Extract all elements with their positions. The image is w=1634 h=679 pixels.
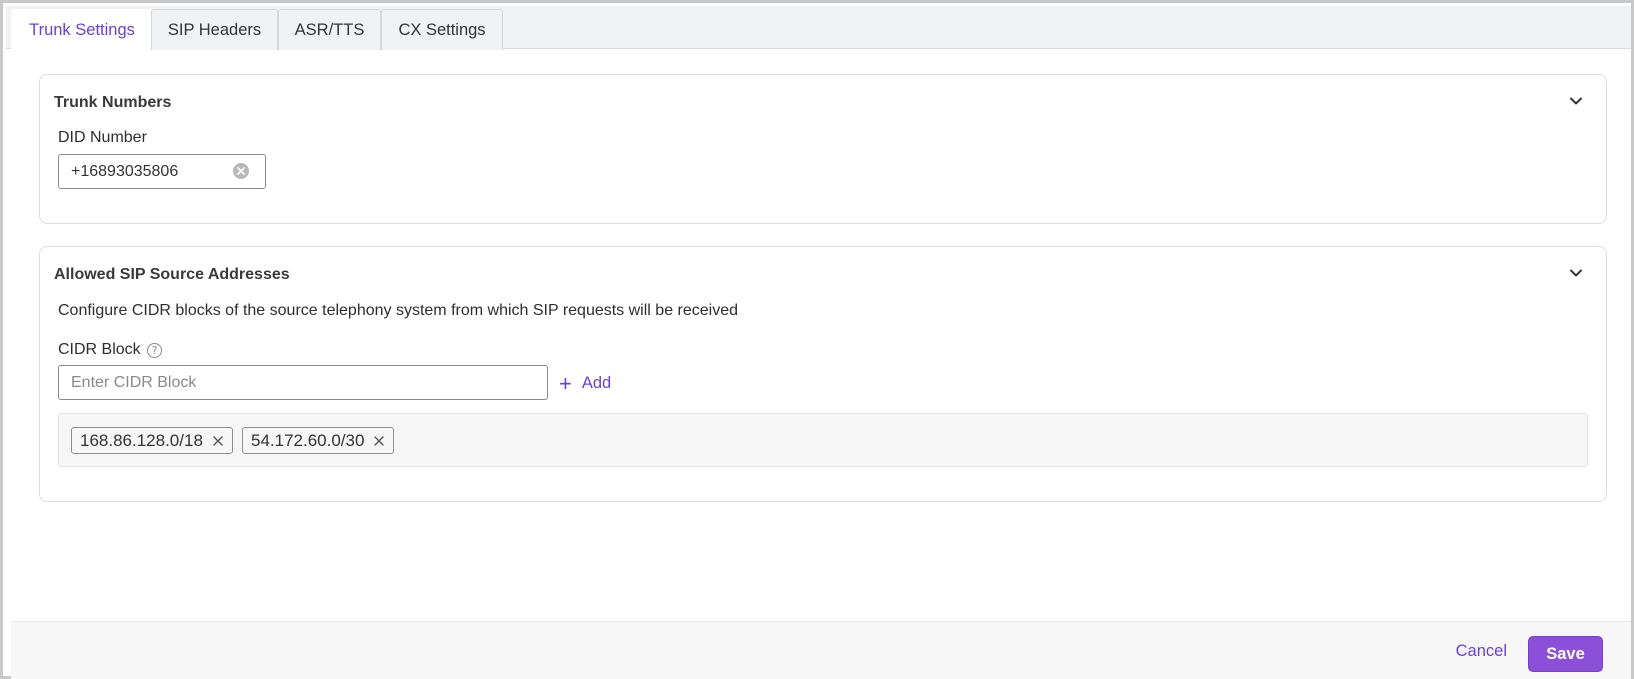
- tab-bar: Trunk Settings SIP Headers ASR/TTS CX Se…: [6, 6, 1631, 51]
- tab-sip-headers[interactable]: SIP Headers: [151, 9, 278, 50]
- tab-trunk-settings[interactable]: Trunk Settings: [11, 9, 153, 51]
- chevron-down-icon[interactable]: [1566, 91, 1586, 111]
- plus-icon: +: [559, 370, 572, 396]
- cidr-tag-label: 168.86.128.0/18: [80, 430, 203, 450]
- cidr-tag: 54.172.60.0/30: [242, 427, 395, 454]
- settings-panel: Trunk Settings SIP Headers ASR/TTS CX Se…: [0, 0, 1634, 679]
- tab-cx-settings[interactable]: CX Settings: [381, 9, 503, 50]
- cidr-tag: 168.86.128.0/18: [71, 427, 233, 454]
- trunk-numbers-title: Trunk Numbers: [54, 94, 172, 111]
- cancel-button[interactable]: Cancel: [1456, 642, 1507, 661]
- sip-source-addresses-card: Allowed SIP Source Addresses Configure C…: [39, 246, 1607, 502]
- close-icon[interactable]: [212, 435, 224, 447]
- sip-source-title: Allowed SIP Source Addresses: [54, 266, 290, 283]
- sip-source-description: Configure CIDR blocks of the source tele…: [58, 302, 739, 319]
- save-button[interactable]: Save: [1528, 636, 1603, 672]
- tab-asr-tts[interactable]: ASR/TTS: [278, 9, 381, 50]
- cidr-block-input[interactable]: [58, 365, 548, 400]
- did-number-label: DID Number: [58, 129, 147, 146]
- clear-circle-icon[interactable]: [233, 163, 249, 179]
- cidr-tag-label: 54.172.60.0/30: [251, 430, 365, 450]
- cidr-tags-box: 168.86.128.0/18 54.172.60.0/30: [58, 413, 1588, 467]
- trunk-numbers-card: Trunk Numbers DID Number: [39, 74, 1607, 224]
- chevron-down-icon[interactable]: [1566, 263, 1586, 283]
- add-label: Add: [581, 374, 612, 392]
- add-cidr-button[interactable]: + Add: [559, 370, 612, 396]
- footer-bar: Cancel Save: [11, 621, 1631, 679]
- help-circle-icon[interactable]: ?: [147, 343, 162, 358]
- close-icon[interactable]: [373, 435, 385, 447]
- cidr-block-label: CIDR Block: [58, 341, 141, 358]
